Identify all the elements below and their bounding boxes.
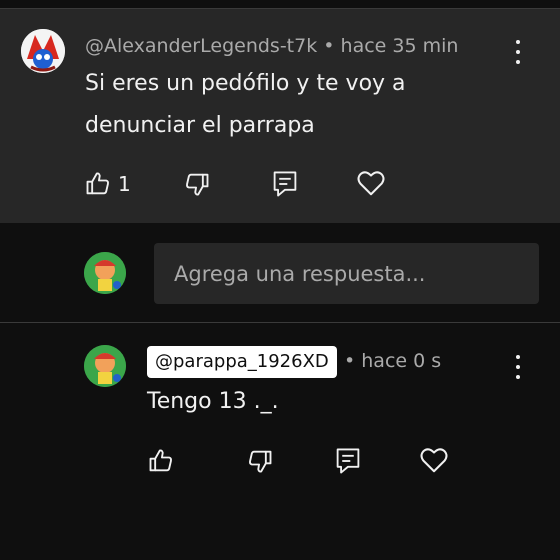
more-options-icon[interactable] bbox=[514, 355, 522, 379]
comment-text: Si eres un pedófilo y te voy a denunciar… bbox=[85, 63, 406, 147]
heart-icon[interactable] bbox=[419, 446, 449, 474]
comment-timestamp: hace 35 min bbox=[340, 35, 459, 57]
reply-timestamp: hace 0 s bbox=[361, 350, 442, 372]
comment-meta: @AlexanderLegends-t7k • hace 35 min bbox=[85, 35, 458, 57]
section-divider bbox=[0, 322, 560, 323]
more-options-icon[interactable] bbox=[514, 40, 522, 64]
reply-username-chip[interactable]: @parappa_1926XD bbox=[147, 346, 337, 378]
top-divider bbox=[0, 0, 560, 9]
reply-input[interactable] bbox=[154, 243, 539, 304]
like-count: 1 bbox=[118, 172, 131, 196]
comment-text-line: Si eres un pedófilo y te voy a bbox=[85, 71, 406, 96]
dislike-icon[interactable] bbox=[246, 447, 274, 475]
meta-separator: • bbox=[323, 35, 335, 57]
reply-icon[interactable] bbox=[334, 446, 362, 476]
reply-meta: • hace 0 s bbox=[344, 350, 441, 372]
dislike-icon[interactable] bbox=[183, 170, 211, 198]
commenter-avatar[interactable] bbox=[21, 29, 65, 73]
heart-icon[interactable] bbox=[356, 169, 386, 197]
like-icon[interactable] bbox=[147, 447, 175, 475]
reply-text: Tengo 13 ._. bbox=[147, 389, 279, 414]
meta-separator: • bbox=[344, 350, 356, 372]
current-user-avatar bbox=[84, 252, 126, 294]
like-icon[interactable] bbox=[84, 170, 112, 198]
reply-icon[interactable] bbox=[271, 169, 299, 199]
add-reply-field[interactable] bbox=[154, 243, 539, 304]
comment-text-line: denunciar el parrapa bbox=[85, 113, 315, 138]
comment-username[interactable]: @AlexanderLegends-t7k bbox=[85, 35, 317, 57]
reply-author-avatar[interactable] bbox=[84, 345, 126, 387]
